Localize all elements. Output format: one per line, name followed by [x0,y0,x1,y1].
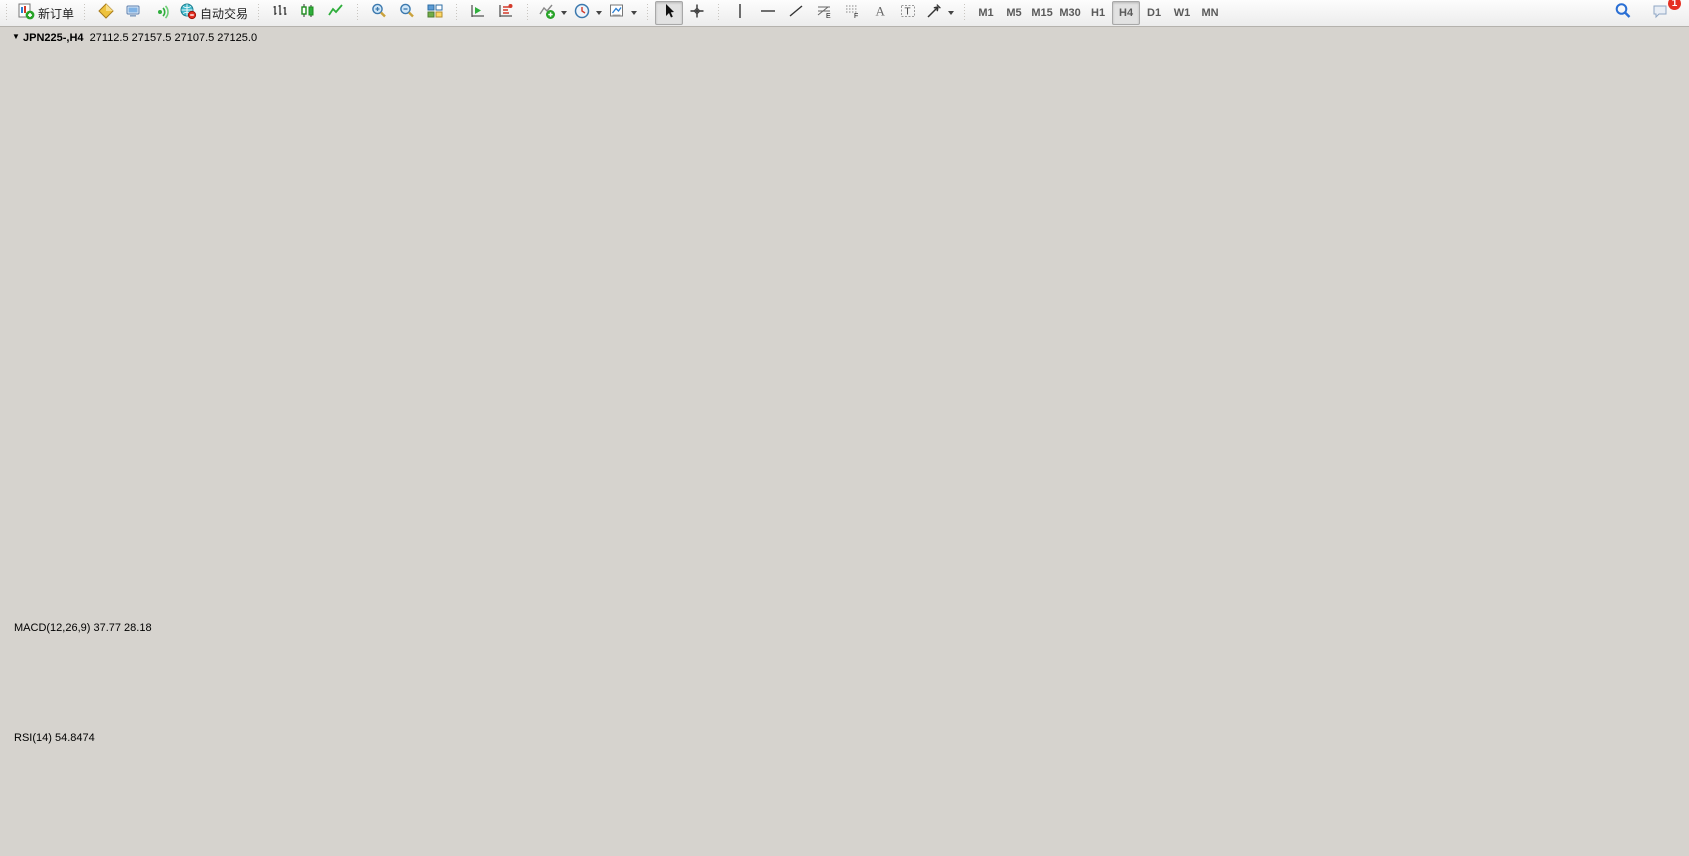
tile-windows-icon [426,2,444,25]
shapes-icon [925,2,943,25]
toolbar-grip [355,4,360,22]
symbol-ohlc-line: ▼ JPN225-,H4 27112.5 27157.5 27107.5 271… [12,32,257,44]
fibo-f-icon: F [843,2,861,25]
tile-windows-button[interactable] [421,1,449,25]
search-icon [1614,2,1632,25]
toolbar-grip [82,4,87,22]
timeframe-h1-button[interactable]: H1 [1084,1,1112,25]
timeframe-d1-button[interactable]: D1 [1140,1,1168,25]
symbol-period: JPN225-,H4 [23,32,84,44]
mt4-window: { "toolbar": { "new_order_label": "新订单",… [0,0,1689,856]
crosshair-tool-button[interactable] [683,1,711,25]
templates-button[interactable] [605,1,640,25]
add-indicator-icon [538,2,556,25]
new-order-icon [17,2,35,25]
new-order-button[interactable]: 新订单 [14,1,77,25]
vline-tool-button[interactable] [726,1,754,25]
zoom-out-icon [398,2,416,25]
zoom-in-icon [370,2,388,25]
chevron-down-icon: ▼ [12,32,20,41]
timeframe-m1-button[interactable]: M1 [972,1,1000,25]
zoom-out-button[interactable] [393,1,421,25]
chat-button[interactable]: 1 [1647,1,1675,25]
rsi-label: RSI(14) 54.8474 [14,732,95,744]
notification-badge: 1 [1668,0,1681,10]
text-a-icon: A [871,2,889,25]
cursor-tool-button[interactable] [655,1,683,25]
arrange-right-icon [497,2,515,25]
svg-text:F: F [854,13,858,20]
template-icon [608,2,626,25]
signals-button[interactable] [148,1,176,25]
fibonacci-button[interactable]: F [838,1,866,25]
bars-chart-icon [271,2,289,25]
timeframe-mn-button[interactable]: MN [1196,1,1224,25]
trendline-icon [787,2,805,25]
timeframe-w1-button[interactable]: W1 [1168,1,1196,25]
equidistant-channel-button[interactable]: E [810,1,838,25]
search-button[interactable] [1609,1,1637,25]
hline-tool-button[interactable] [754,1,782,25]
toolbar-grip [962,4,967,22]
periods-button[interactable] [570,1,605,25]
chevron-down-icon [596,11,602,15]
line-chart-icon [327,2,345,25]
bar-chart-button[interactable] [266,1,294,25]
cursor-icon [660,2,678,25]
hline-icon [759,2,777,25]
auto-arrange-button[interactable] [464,1,492,25]
chart-window[interactable]: ▼ JPN225-,H4 27112.5 27157.5 27107.5 271… [0,27,1689,849]
zoom-in-button[interactable] [365,1,393,25]
track-chart-button[interactable] [492,1,520,25]
text-label-icon: T [899,2,917,25]
deposit-icon-button[interactable] [92,1,120,25]
signal-icon [153,2,171,25]
svg-text:A: A [876,3,886,18]
candle-chart-button[interactable] [294,1,322,25]
timeframe-h4-button[interactable]: H4 [1112,1,1140,25]
period-clock-icon [573,2,591,25]
chart-canvas[interactable] [0,27,1689,849]
text-tool-button[interactable]: A [866,1,894,25]
timeframe-m30-button[interactable]: M30 [1056,1,1084,25]
svg-text:T: T [905,6,911,17]
indicators-button[interactable] [535,1,570,25]
macd-label: MACD(12,26,9) 37.77 28.18 [14,622,152,634]
toolbar-grip [525,4,530,22]
toolbar-grip [716,4,721,22]
fibo-e-icon: E [815,2,833,25]
globe-icon [179,2,197,25]
toolbar-grip [645,4,650,22]
timeframe-m15-button[interactable]: M15 [1028,1,1056,25]
svg-text:E: E [826,13,831,20]
line-chart-button[interactable] [322,1,350,25]
chevron-down-icon [948,11,954,15]
terminal-button[interactable] [120,1,148,25]
toolbar-grip [454,4,459,22]
toolbar-grip [256,4,261,22]
vline-icon [731,2,749,25]
text-label-tool-button[interactable]: T [894,1,922,25]
autotrade-button[interactable]: 自动交易 [176,1,251,25]
arrange-left-icon [469,2,487,25]
ohlc-values: 27112.5 27157.5 27107.5 27125.0 [90,32,257,44]
crosshair-icon [688,2,706,25]
timeframe-group: M1M5M15M30H1H4D1W1MN [969,0,1227,27]
arrows-tool-button[interactable] [922,1,957,25]
candles-chart-icon [299,2,317,25]
toolbar-grip [4,4,9,22]
trendline-tool-button[interactable] [782,1,810,25]
timeframe-m5-button[interactable]: M5 [1000,1,1028,25]
monitor-icon [125,2,143,25]
main-toolbar: 新订单 自动交易 E F A T M1M5M15M30H1H4D1W1MN 1 [0,0,1689,27]
chevron-down-icon [561,11,567,15]
chevron-down-icon [631,11,637,15]
cube-icon [97,2,115,25]
